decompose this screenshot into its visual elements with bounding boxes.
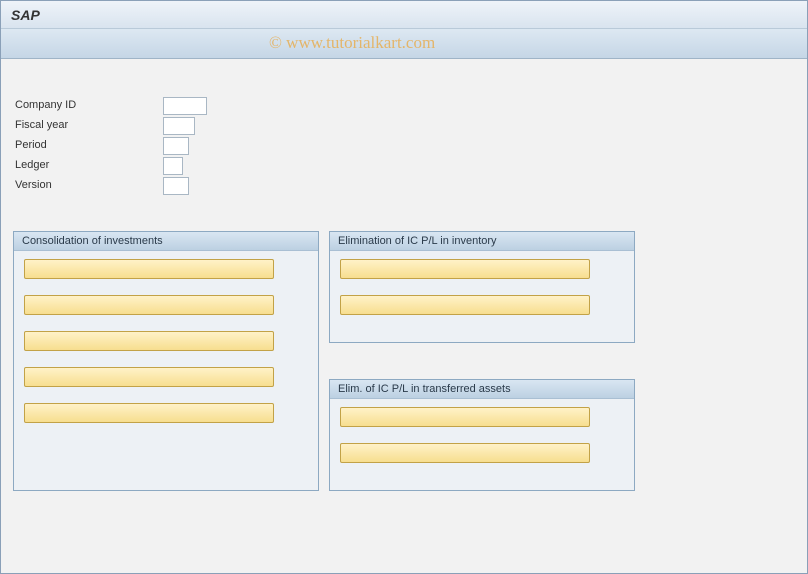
consolidation-panel: Consolidation of investments [13, 231, 319, 491]
consolidation-button-5[interactable] [24, 403, 274, 423]
fiscal-year-input[interactable] [163, 117, 195, 135]
company-id-label: Company ID [13, 97, 163, 115]
ledger-label: Ledger [13, 157, 163, 175]
elim-transferred-button-1[interactable] [340, 407, 590, 427]
window-title: SAP [11, 7, 40, 23]
watermark-text: © www.tutorialkart.com [269, 33, 435, 53]
elim-inventory-button-2[interactable] [340, 295, 590, 315]
consolidation-panel-title: Consolidation of investments [14, 231, 318, 251]
consolidation-button-2[interactable] [24, 295, 274, 315]
period-input[interactable] [163, 137, 189, 155]
consolidation-button-3[interactable] [24, 331, 274, 351]
elim-inventory-panel-title: Elimination of IC P/L in inventory [330, 231, 634, 251]
ledger-input[interactable] [163, 157, 183, 175]
application-toolbar: © www.tutorialkart.com [1, 29, 807, 59]
version-input[interactable] [163, 177, 189, 195]
consolidation-button-4[interactable] [24, 367, 274, 387]
consolidation-button-1[interactable] [24, 259, 274, 279]
company-id-input[interactable] [163, 97, 207, 115]
elim-inventory-panel: Elimination of IC P/L in inventory [329, 231, 635, 343]
window-titlebar: SAP [1, 1, 807, 29]
period-label: Period [13, 137, 163, 155]
elim-transferred-button-2[interactable] [340, 443, 590, 463]
elim-inventory-button-1[interactable] [340, 259, 590, 279]
content-area: Company ID Fiscal year Period Ledger Ver… [1, 59, 807, 563]
version-label: Version [13, 177, 163, 195]
fiscal-year-label: Fiscal year [13, 117, 163, 135]
selection-fields: Company ID Fiscal year Period Ledger Ver… [13, 97, 373, 195]
panel-area: Consolidation of investments Elimination… [13, 231, 795, 551]
elim-transferred-panel-title: Elim. of IC P/L in transferred assets [330, 379, 634, 399]
elim-transferred-panel: Elim. of IC P/L in transferred assets [329, 379, 635, 491]
